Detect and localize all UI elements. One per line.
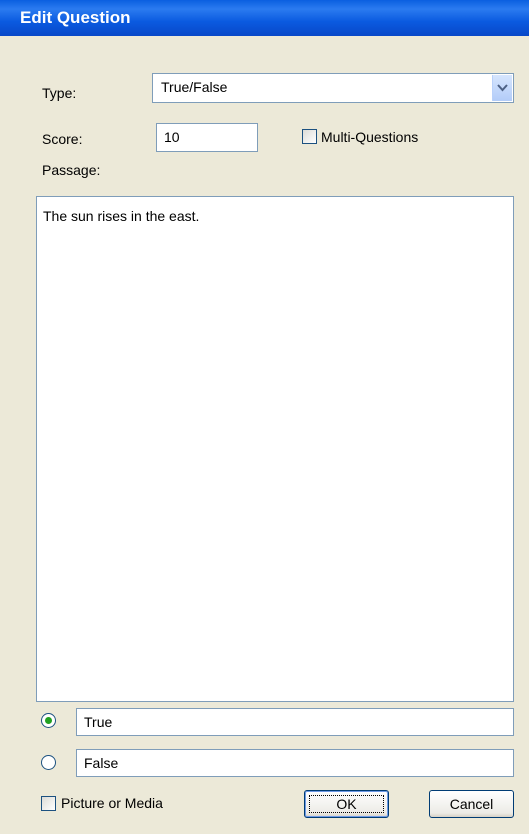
picture-or-media-label[interactable]: Picture or Media — [61, 795, 163, 811]
answer-radio-false[interactable] — [41, 755, 56, 770]
cancel-button[interactable]: Cancel — [429, 790, 514, 818]
picture-or-media-checkbox[interactable] — [41, 796, 56, 811]
answer-input-false[interactable]: False — [76, 749, 514, 777]
focus-rectangle — [309, 795, 384, 813]
radio-selected-dot — [45, 717, 52, 724]
answer-input-true[interactable]: True — [76, 708, 514, 736]
score-input-value: 10 — [164, 129, 180, 145]
score-label: Score: — [42, 131, 83, 147]
type-dropdown[interactable]: True/False — [152, 73, 514, 103]
ok-button[interactable]: OK — [304, 790, 389, 818]
type-label: Type: — [42, 85, 77, 101]
type-dropdown-value: True/False — [161, 79, 228, 95]
passage-textarea[interactable]: The sun rises in the east. — [36, 196, 514, 702]
answer-text-true: True — [84, 714, 113, 730]
passage-label: Passage: — [42, 162, 101, 178]
dropdown-arrow-button[interactable] — [492, 75, 512, 101]
answer-radio-true[interactable] — [41, 713, 56, 728]
edit-question-dialog: Edit Question Type: True/False Score: 10… — [0, 0, 529, 834]
answer-text-false: False — [84, 755, 119, 771]
score-input[interactable]: 10 — [156, 123, 258, 152]
multi-questions-label[interactable]: Multi-Questions — [321, 129, 418, 145]
title-bar[interactable]: Edit Question — [0, 0, 529, 36]
passage-text: The sun rises in the east. — [43, 208, 200, 224]
multi-questions-checkbox[interactable] — [302, 129, 317, 144]
cancel-button-label: Cancel — [449, 796, 494, 812]
dialog-title: Edit Question — [20, 8, 131, 27]
chevron-down-icon — [497, 84, 508, 92]
